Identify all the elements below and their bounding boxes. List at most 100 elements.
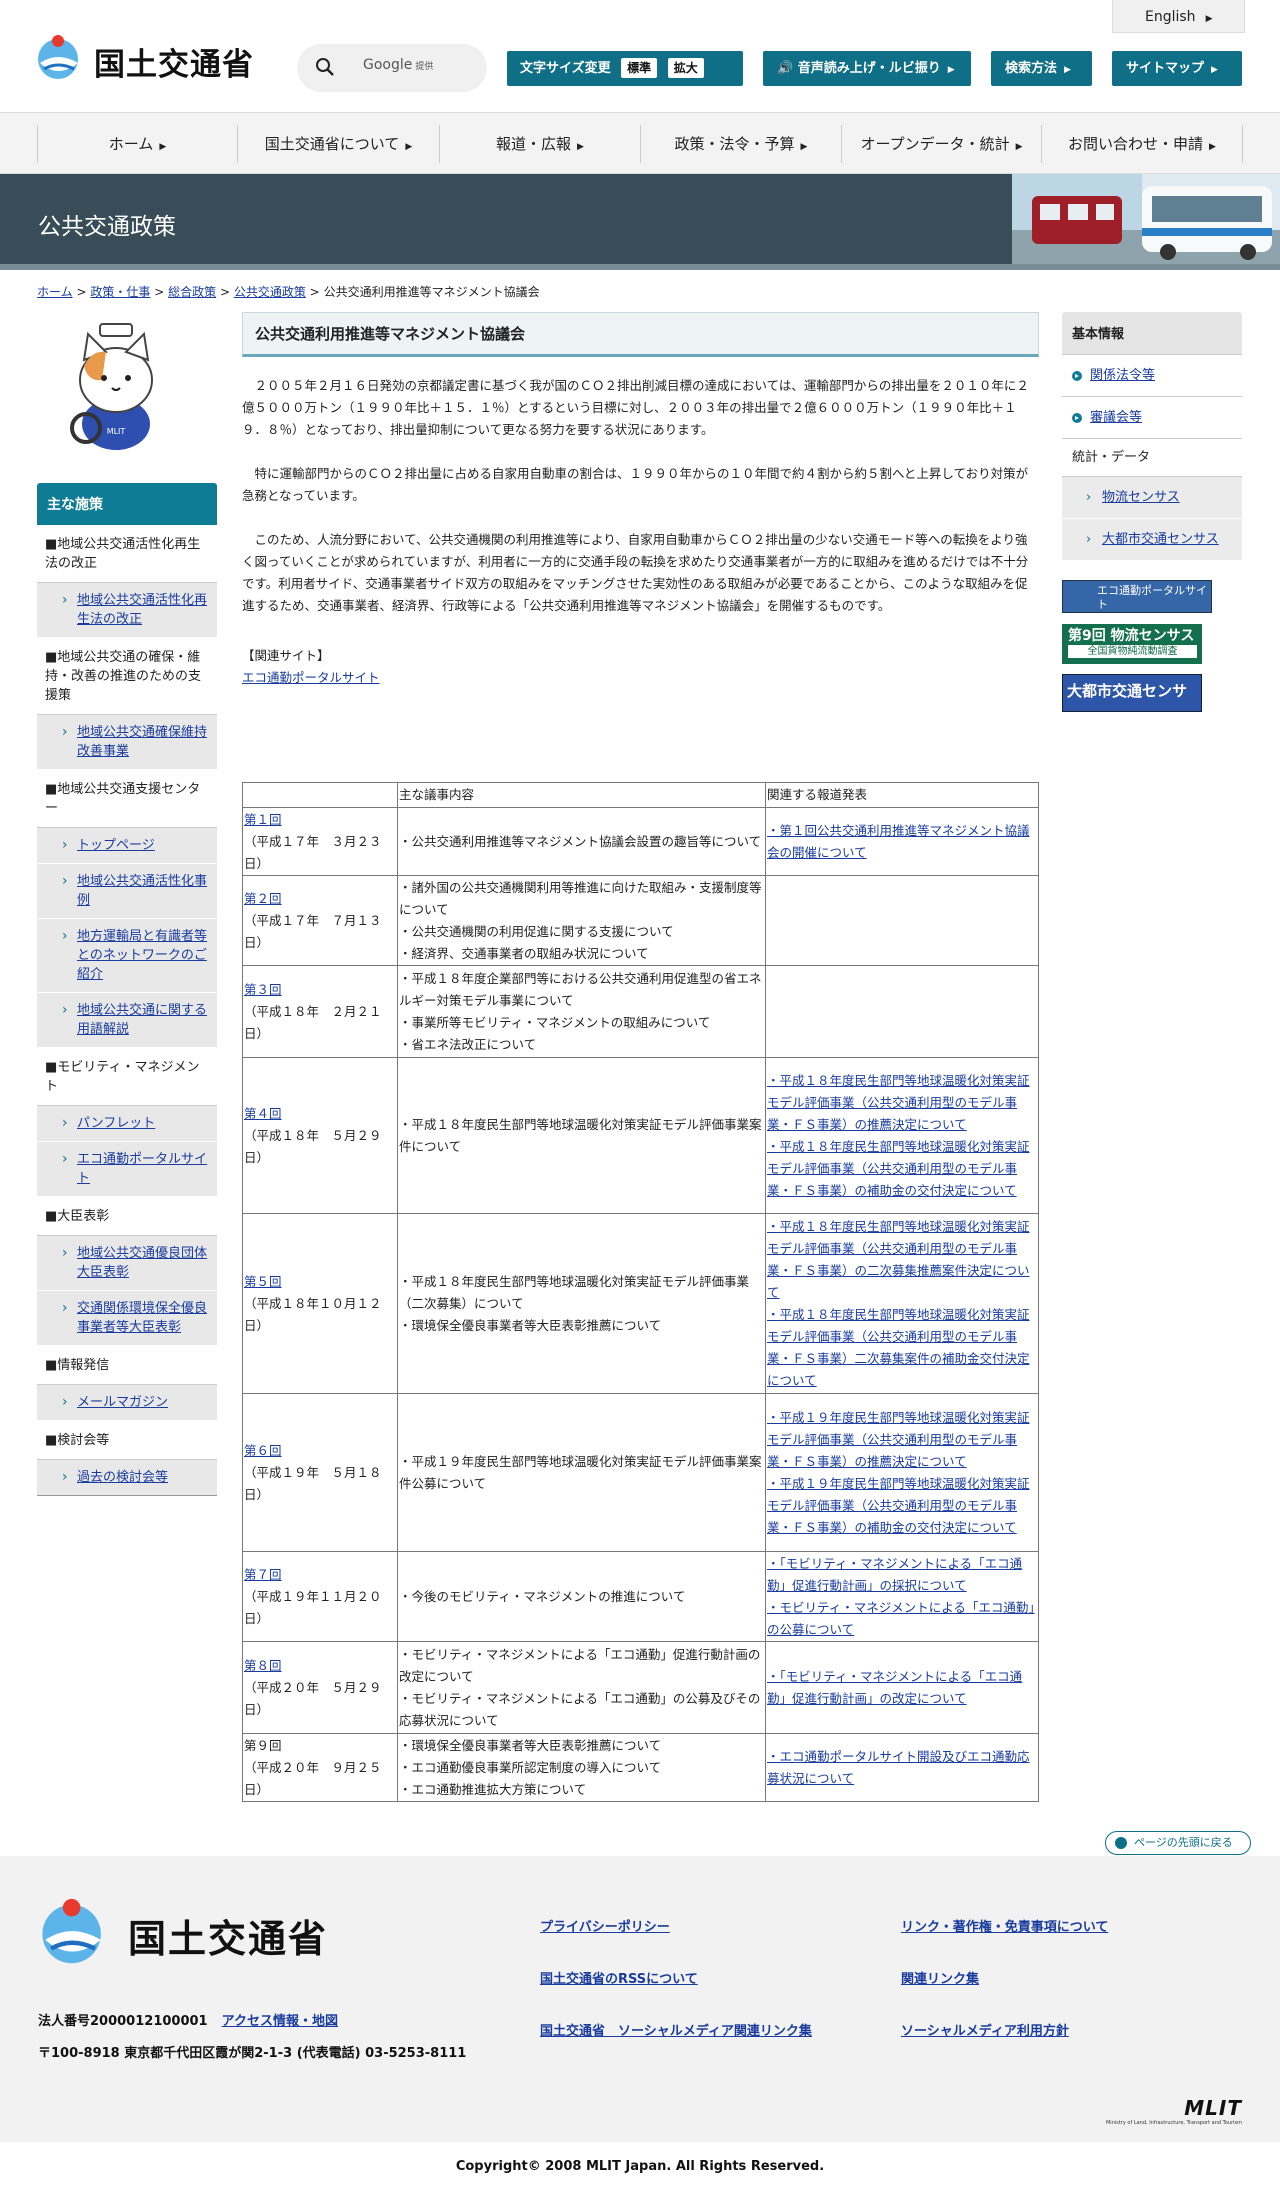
left-nav-item[interactable]: 地域公共交通確保維持改善事業 bbox=[37, 715, 217, 770]
left-nav-item[interactable]: パンフレット bbox=[37, 1106, 217, 1142]
right-nav-link[interactable]: 物流センサス bbox=[1102, 490, 1180, 505]
meeting-link[interactable]: 第６回 bbox=[244, 1443, 282, 1458]
meeting-link[interactable]: 第５回 bbox=[244, 1274, 282, 1289]
right-nav-item[interactable]: 審議会等 bbox=[1062, 397, 1242, 439]
breadcrumb-home[interactable]: ホーム bbox=[37, 285, 73, 299]
eco-commute-link[interactable]: エコ通勤ポータルサイト bbox=[242, 670, 380, 685]
meeting-link[interactable]: 第８回 bbox=[244, 1658, 282, 1673]
site-logo[interactable]: 国土交通省 bbox=[36, 33, 266, 85]
press-cell: ・第１回公共交通利用推進等マネジメント協議会の開催について bbox=[765, 807, 1039, 876]
footer-logo[interactable]: 国土交通省 bbox=[38, 1896, 338, 1966]
gnav-about[interactable]: 国土交通省について ▶ bbox=[237, 125, 439, 163]
left-nav-item[interactable]: 地域公共交通活性化再生法の改正 bbox=[37, 583, 217, 638]
press-link[interactable]: ・エコ通勤ポータルサイト開設及びエコ通勤応募状況について bbox=[767, 1746, 1037, 1790]
social-links-link[interactable]: 国土交通省 ソーシャルメディア関連リンク集 bbox=[540, 2020, 812, 2039]
left-nav-link[interactable]: 地域公共交通活性化事例 bbox=[77, 874, 207, 908]
breadcrumb-policy[interactable]: 政策・仕事 bbox=[90, 285, 150, 299]
search-icon bbox=[316, 58, 334, 76]
left-nav-link[interactable]: 地域公共交通確保維持改善事業 bbox=[77, 725, 207, 759]
press-link[interactable]: ・平成１９年度民生部門等地球温暖化対策実証モデル評価事業（公共交通利用型のモデル… bbox=[767, 1407, 1037, 1473]
meeting-link[interactable]: 第１回 bbox=[244, 812, 282, 827]
left-nav-item[interactable]: 交通関係環境保全優良事業者等大臣表彰 bbox=[37, 1291, 217, 1346]
right-nav-sub-item[interactable]: 物流センサス bbox=[1062, 477, 1242, 519]
search-method-button[interactable]: 検索方法 ▶ bbox=[991, 51, 1092, 86]
google-sub-text: 提供 bbox=[415, 62, 434, 72]
topics-cell: ・平成１８年度企業部門等における公共交通利用促進型の省エネルギー対策モデル事業に… bbox=[397, 965, 766, 1058]
font-size-control: 文字サイズ変更 標準 拡大 bbox=[507, 51, 743, 86]
logistics-census-banner[interactable]: 第9回 物流センサス 全国貨物純流動調査 bbox=[1062, 624, 1202, 664]
social-policy-link[interactable]: ソーシャルメディア利用方針 bbox=[901, 2020, 1069, 2039]
voice-reader-button[interactable]: 🔊 音声読み上げ・ルビ振り ▶ bbox=[763, 51, 971, 86]
left-nav-link[interactable]: 地域公共交通優良団体大臣表彰 bbox=[77, 1246, 207, 1280]
left-nav-item[interactable]: 地域公共交通優良団体大臣表彰 bbox=[37, 1236, 217, 1291]
left-nav-item[interactable]: メールマガジン bbox=[37, 1385, 217, 1421]
left-nav-item[interactable]: 地域公共交通に関する用語解説 bbox=[37, 993, 217, 1048]
english-link[interactable]: English ▶ bbox=[1112, 0, 1245, 33]
gnav-press[interactable]: 報道・広報 ▶ bbox=[439, 125, 640, 163]
press-link[interactable]: ・平成１９年度民生部門等地球温暖化対策実証モデル評価事業（公共交通利用型のモデル… bbox=[767, 1473, 1037, 1539]
meeting-link: 第９回 bbox=[244, 1737, 282, 1753]
meeting-date: （平成１８年 ５月２９日） bbox=[244, 1127, 382, 1165]
font-size-large-button[interactable]: 拡大 bbox=[667, 57, 704, 78]
related-links-link[interactable]: 関連リンク集 bbox=[901, 1968, 979, 1987]
press-link[interactable]: ・平成１８年度民生部門等地球温暖化対策実証モデル評価事業（公共交通利用型のモデル… bbox=[767, 1216, 1037, 1304]
right-nav-link[interactable]: 関係法令等 bbox=[1090, 368, 1155, 383]
meeting-link[interactable]: 第３回 bbox=[244, 982, 282, 997]
left-nav-item[interactable]: トップページ bbox=[37, 828, 217, 864]
google-search[interactable]: Google 提供 bbox=[297, 44, 487, 92]
page-top-button[interactable]: ページの先頭に戻る bbox=[1105, 1831, 1251, 1855]
press-link[interactable]: ・「モビリティ・マネジメントによる「エコ通勤」促進行動計画」の改定について bbox=[767, 1666, 1037, 1710]
gnav-policy[interactable]: 政策・法令・予算 ▶ bbox=[640, 125, 841, 163]
right-nav-link[interactable]: 審議会等 bbox=[1090, 410, 1142, 425]
banner-title: エコ通勤ポータルサイト bbox=[1097, 584, 1207, 611]
meeting-link[interactable]: 第２回 bbox=[244, 891, 282, 906]
press-cell bbox=[765, 965, 1039, 1058]
left-nav-link[interactable]: パンフレット bbox=[77, 1116, 155, 1131]
press-link[interactable]: ・「モビリティ・マネジメントによる「エコ通勤」促進行動計画」の採択について bbox=[767, 1553, 1037, 1597]
press-link[interactable]: ・モビリティ・マネジメントによる「エコ通勤」の公募について bbox=[767, 1597, 1037, 1641]
topic-item: ・公共交通利用推進等マネジメント協議会設置の趣旨等について bbox=[399, 833, 762, 849]
press-link[interactable]: ・平成１８年度民生部門等地球温暖化対策実証モデル評価事業（公共交通利用型のモデル… bbox=[767, 1070, 1037, 1136]
left-nav-item[interactable]: 地域公共交通活性化事例 bbox=[37, 864, 217, 919]
press-link[interactable]: ・第１回公共交通利用推進等マネジメント協議会の開催について bbox=[767, 820, 1037, 864]
left-nav-link[interactable]: メールマガジン bbox=[77, 1395, 168, 1410]
english-label: English bbox=[1145, 9, 1196, 25]
left-nav-link[interactable]: 地方運輸局と有識者等とのネットワークのご紹介 bbox=[77, 929, 207, 982]
urban-census-banner[interactable]: 大都市交通センサス bbox=[1062, 674, 1202, 732]
meeting-cell: 第８回 （平成２０年 ５月２９日） bbox=[242, 1641, 398, 1734]
left-nav-link[interactable]: 交通関係環境保全優良事業者等大臣表彰 bbox=[77, 1301, 207, 1335]
left-nav-link[interactable]: 地域公共交通に関する用語解説 bbox=[77, 1003, 207, 1037]
privacy-link[interactable]: プライバシーポリシー bbox=[540, 1916, 670, 1935]
press-link[interactable]: ・平成１８年度民生部門等地球温暖化対策実証モデル評価事業（公共交通利用型のモデル… bbox=[767, 1304, 1037, 1392]
right-nav-item[interactable]: 関係法令等 bbox=[1062, 355, 1242, 397]
table-row: 第９回 （平成２０年 ９月２５日） ・環境保全優良事業者等大臣表彰推薦について ・エコ… bbox=[242, 1733, 1039, 1802]
left-nav-item[interactable]: 過去の検討会等 bbox=[37, 1460, 217, 1496]
copyright-link[interactable]: リンク・著作権・免責事項について bbox=[901, 1916, 1108, 1935]
play-arrow-icon: ▶ bbox=[1205, 14, 1213, 24]
right-nav-sub-item[interactable]: 大都市交通センサス bbox=[1062, 519, 1242, 561]
eco-commute-banner[interactable]: エコ通勤ポータルサイト 通勤モビリティマネジメント推進施策 bbox=[1062, 580, 1212, 637]
press-link[interactable]: ・平成１８年度民生部門等地球温暖化対策実証モデル評価事業（公共交通利用型のモデル… bbox=[767, 1136, 1037, 1202]
font-size-standard-button[interactable]: 標準 bbox=[621, 57, 658, 78]
access-link[interactable]: アクセス情報・地図 bbox=[222, 2014, 338, 2029]
gnav-opendata[interactable]: オープンデータ・統計 ▶ bbox=[841, 125, 1041, 163]
gnav-contact[interactable]: お問い合わせ・申請 ▶ bbox=[1041, 125, 1243, 163]
gnav-home[interactable]: ホーム ▶ bbox=[37, 125, 237, 163]
left-nav-link[interactable]: トップページ bbox=[77, 838, 155, 853]
breadcrumb-general[interactable]: 総合政策 bbox=[168, 285, 216, 299]
sitemap-button[interactable]: サイトマップ ▶ bbox=[1112, 51, 1242, 86]
right-nav-link[interactable]: 大都市交通センサス bbox=[1102, 532, 1219, 547]
table-row: 第２回 （平成１７年 ７月１３日） ・諸外国の公共交通機関利用等推進に向けた取組み・… bbox=[242, 875, 1039, 966]
left-nav-link[interactable]: 過去の検討会等 bbox=[77, 1470, 168, 1485]
meeting-link[interactable]: 第７回 bbox=[244, 1567, 282, 1582]
breadcrumb-transit[interactable]: 公共交通政策 bbox=[234, 285, 306, 299]
left-nav-link[interactable]: エコ通勤ポータルサイト bbox=[77, 1152, 207, 1186]
left-nav-item[interactable]: 地方運輸局と有識者等とのネットワークのご紹介 bbox=[37, 919, 217, 993]
left-nav-link[interactable]: 地域公共交通活性化再生法の改正 bbox=[77, 593, 207, 627]
mlit-logo-icon bbox=[42, 1898, 101, 1964]
meeting-link[interactable]: 第４回 bbox=[244, 1106, 282, 1121]
left-nav-item[interactable]: エコ通勤ポータルサイト bbox=[37, 1142, 217, 1197]
topic-item: ・公共交通機関の利用促進に関する支援について bbox=[399, 923, 674, 939]
rss-link[interactable]: 国土交通省のRSSについて bbox=[540, 1968, 698, 1987]
corp-number-text: 法人番号2000012100001 bbox=[38, 2014, 208, 2029]
